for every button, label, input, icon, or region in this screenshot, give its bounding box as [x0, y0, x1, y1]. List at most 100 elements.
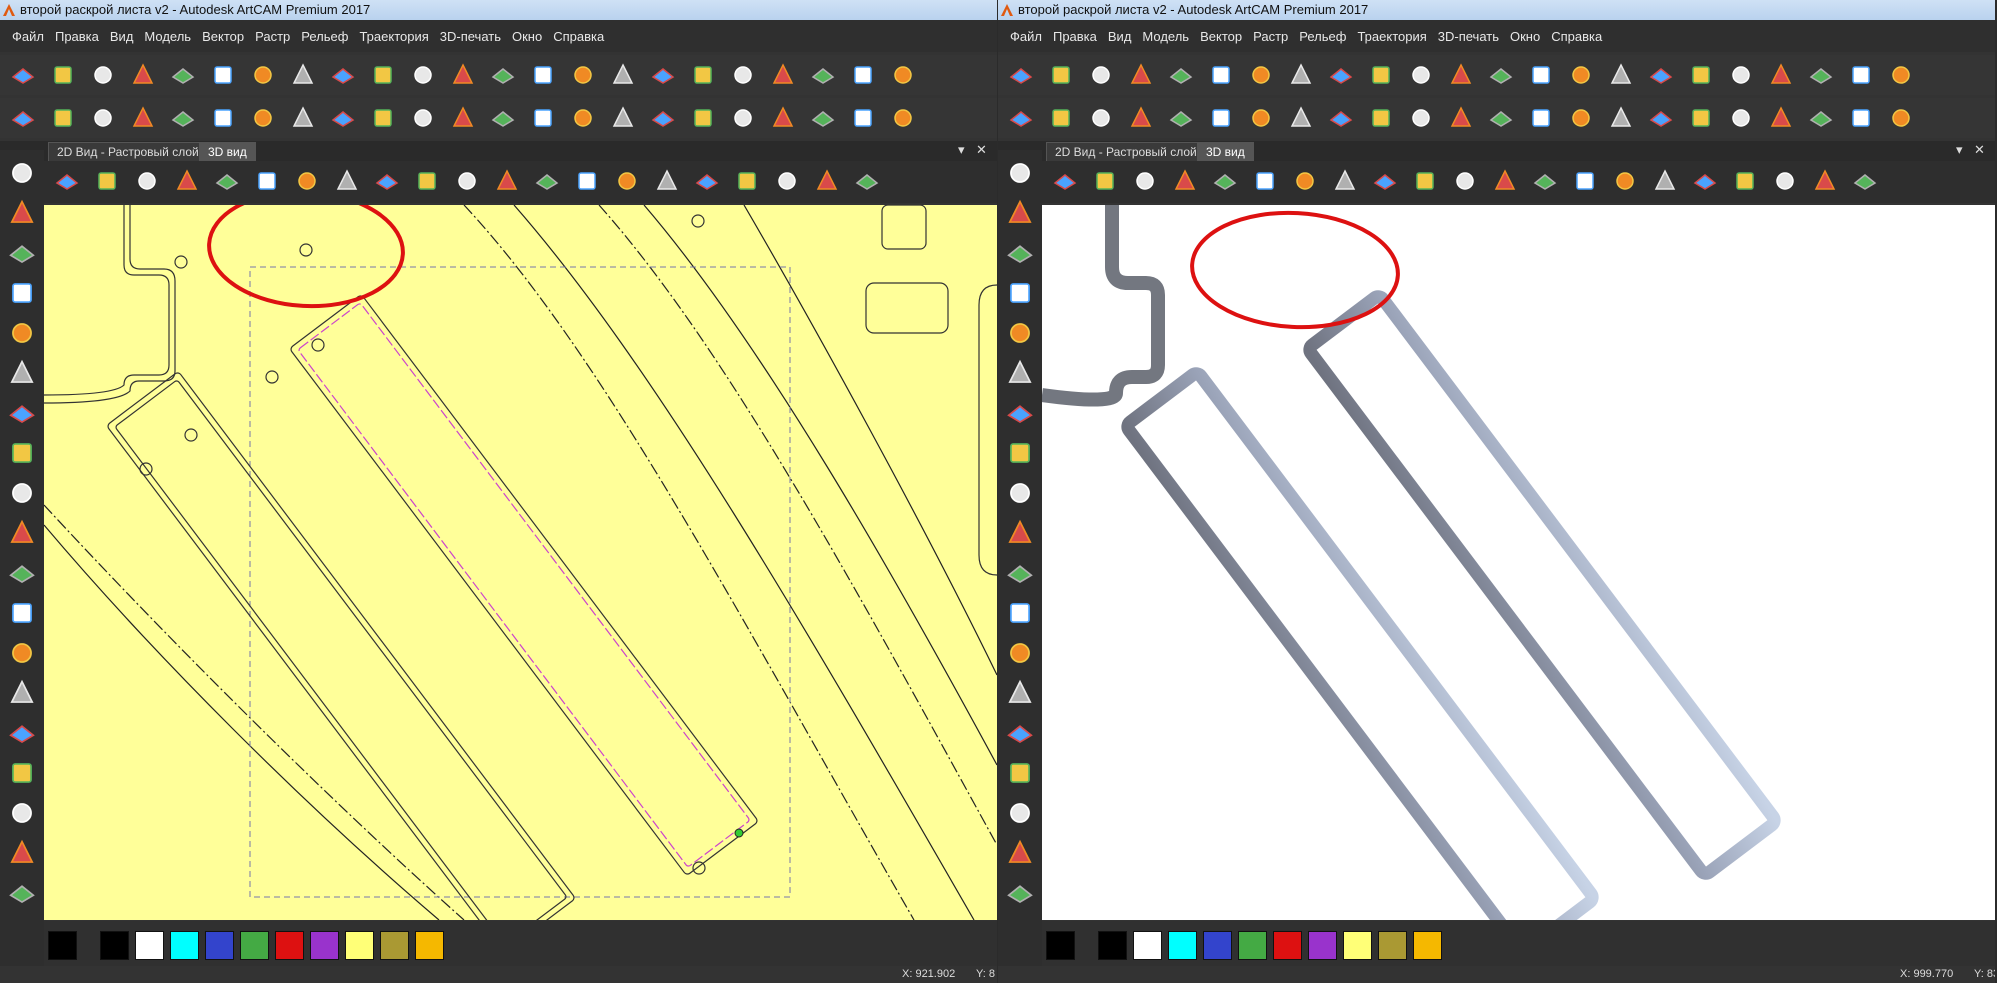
menu-item[interactable]: 3D-печать: [440, 29, 501, 44]
color-swatch[interactable]: [205, 931, 234, 960]
grid-tool-icon[interactable]: [1003, 276, 1037, 310]
undo-icon[interactable]: [248, 61, 278, 89]
foreground-background-swatch[interactable]: [48, 931, 77, 960]
color-swatch[interactable]: [100, 931, 129, 960]
relief-dome-icon[interactable]: [1766, 104, 1796, 132]
rainbow-stack-icon[interactable]: [1850, 167, 1880, 195]
color-swatch[interactable]: [1168, 931, 1197, 960]
cylinder-icon[interactable]: [1410, 167, 1440, 195]
color-swatch[interactable]: [345, 931, 374, 960]
relief-layer-icon[interactable]: [848, 61, 878, 89]
tab-2d-view[interactable]: 2D Вид - Растровый слой: [1046, 142, 1206, 161]
section-icon[interactable]: [492, 167, 522, 195]
puzzle-icon[interactable]: [1370, 167, 1400, 195]
eraser-tool-icon[interactable]: [5, 356, 39, 390]
section-icon[interactable]: [1490, 167, 1520, 195]
eraser-icon[interactable]: [128, 104, 158, 132]
timer-icon[interactable]: [1530, 167, 1560, 195]
menu-item[interactable]: Файл: [1010, 29, 1042, 44]
circle-icon[interactable]: [5, 516, 39, 550]
red-plane-icon[interactable]: [1650, 167, 1680, 195]
rotate-view-icon[interactable]: [48, 104, 78, 132]
vector-join-icon[interactable]: [1726, 61, 1756, 89]
marker-icon[interactable]: [5, 796, 39, 830]
foreground-background-swatch[interactable]: [1046, 931, 1075, 960]
relief-dome-icon[interactable]: [768, 104, 798, 132]
search-star-icon[interactable]: [772, 167, 802, 195]
menu-item[interactable]: Файл: [12, 29, 44, 44]
relief-layers-icon[interactable]: [1886, 104, 1916, 132]
relief-offset-icon[interactable]: [368, 104, 398, 132]
cut-icon[interactable]: [128, 61, 158, 89]
relief-plane-icon[interactable]: [808, 104, 838, 132]
job-setup-icon[interactable]: [408, 61, 438, 89]
polyline-icon[interactable]: [1003, 436, 1037, 470]
close-view-icon[interactable]: ✕: [1974, 142, 1985, 158]
brush-icon[interactable]: [5, 756, 39, 790]
texture-icon[interactable]: [1246, 104, 1276, 132]
relief-shape-icon[interactable]: [1086, 104, 1116, 132]
undo-icon[interactable]: [1246, 61, 1276, 89]
3d-glasses-icon[interactable]: [528, 61, 558, 89]
zoom-icon[interactable]: [1210, 167, 1240, 195]
curve-icon[interactable]: [808, 61, 838, 89]
tab-menu-icon[interactable]: ▾: [1956, 142, 1963, 158]
light-bulb-icon[interactable]: [1250, 167, 1280, 195]
layer-stack-icon[interactable]: [812, 167, 842, 195]
import-folder-icon[interactable]: [1686, 61, 1716, 89]
menu-item[interactable]: Траектория: [1357, 29, 1426, 44]
node-edit-icon[interactable]: [768, 61, 798, 89]
polyline-icon[interactable]: [5, 436, 39, 470]
shaded-icon[interactable]: [1290, 167, 1320, 195]
grid-icon[interactable]: [448, 61, 478, 89]
drop-icon[interactable]: [1003, 676, 1037, 710]
eraser-tool-icon[interactable]: [1003, 356, 1037, 390]
select-icon[interactable]: [5, 156, 39, 190]
paint-bucket-icon[interactable]: [1003, 876, 1037, 910]
rubber-icon[interactable]: [1003, 836, 1037, 870]
menu-item[interactable]: Растр: [255, 29, 290, 44]
menu-item[interactable]: 3D-печать: [1438, 29, 1499, 44]
redo-icon[interactable]: [288, 61, 318, 89]
front-view-icon[interactable]: [1090, 167, 1120, 195]
eraser-icon[interactable]: [1126, 104, 1156, 132]
color-swatch[interactable]: [415, 931, 444, 960]
relief-smooth-icon[interactable]: [1526, 104, 1556, 132]
relief-plane-icon[interactable]: [1806, 104, 1836, 132]
menu-item[interactable]: Растр: [1253, 29, 1288, 44]
zoom-fit-icon[interactable]: [8, 104, 38, 132]
measure-icon[interactable]: [5, 396, 39, 430]
3d-glasses-icon[interactable]: [1526, 61, 1556, 89]
front-view-icon[interactable]: [92, 167, 122, 195]
bitmap-icon[interactable]: [888, 61, 918, 89]
gold-plate-icon[interactable]: [1690, 167, 1720, 195]
relief-sweep-icon[interactable]: [1406, 104, 1436, 132]
menu-item[interactable]: Модель: [144, 29, 191, 44]
measure-icon[interactable]: [1003, 396, 1037, 430]
spin-icon[interactable]: [208, 104, 238, 132]
pencil-icon[interactable]: [5, 316, 39, 350]
gold-plate-icon[interactable]: [692, 167, 722, 195]
relief-cut-icon[interactable]: [1686, 104, 1716, 132]
fill-hand-icon[interactable]: [1003, 716, 1037, 750]
relief-bulb-icon[interactable]: [1646, 104, 1676, 132]
relief-stack-icon[interactable]: [448, 104, 478, 132]
copy-icon[interactable]: [1166, 61, 1196, 89]
polygon-icon[interactable]: [5, 556, 39, 590]
relief-layer-icon[interactable]: [1846, 61, 1876, 89]
star-view-icon[interactable]: [1570, 167, 1600, 195]
2d-vector-canvas[interactable]: [44, 205, 997, 920]
color-swatch[interactable]: [240, 931, 269, 960]
fill-hand-icon[interactable]: [5, 716, 39, 750]
transform-icon[interactable]: [1003, 236, 1037, 270]
plate-icon[interactable]: [1450, 167, 1480, 195]
copy-icon[interactable]: [168, 61, 198, 89]
node-edit-icon[interactable]: [1766, 61, 1796, 89]
bitmap-icon[interactable]: [1886, 61, 1916, 89]
relief-star-icon[interactable]: [328, 104, 358, 132]
color-swatch[interactable]: [135, 931, 164, 960]
star-view-icon[interactable]: [572, 167, 602, 195]
anchor-node[interactable]: [734, 828, 744, 838]
polygon-icon[interactable]: [1003, 556, 1037, 590]
menu-item[interactable]: Окно: [512, 29, 542, 44]
